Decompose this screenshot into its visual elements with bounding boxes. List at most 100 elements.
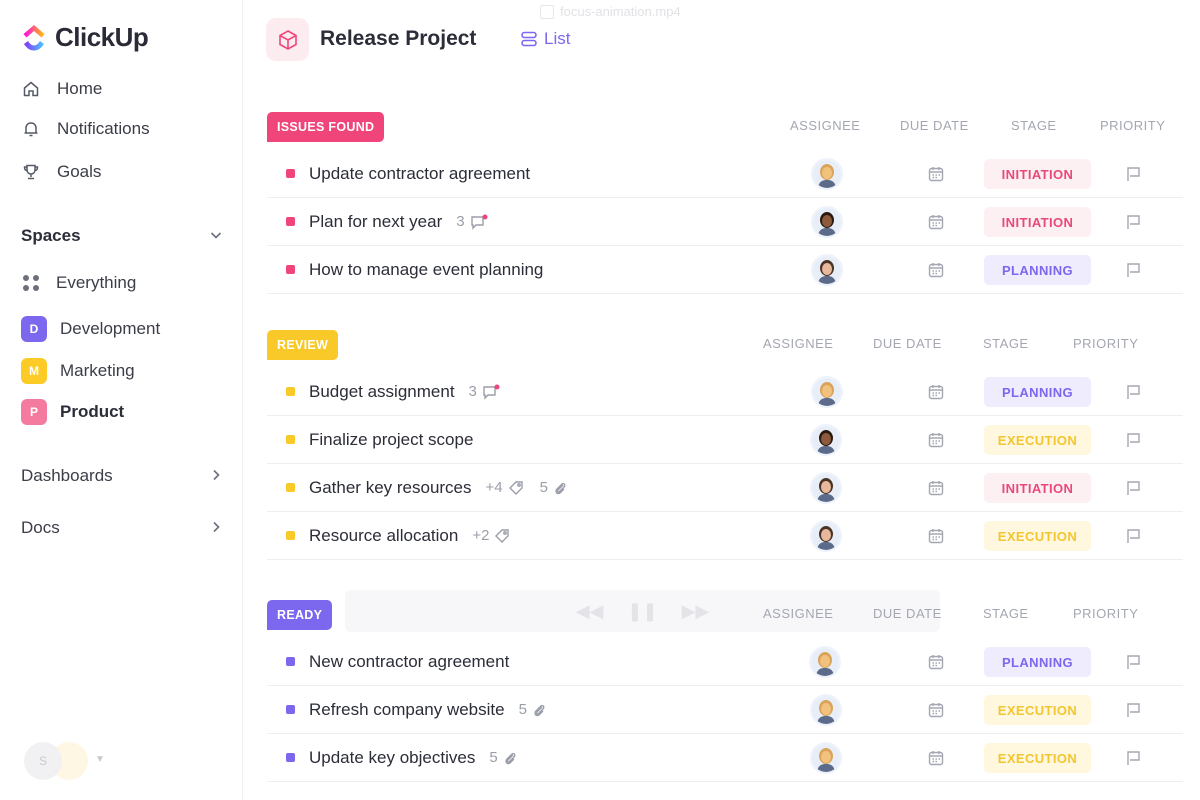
flag-icon[interactable] (1125, 479, 1143, 497)
spaces-header[interactable]: Spaces (21, 226, 223, 246)
group-status-badge[interactable]: REVIEW (267, 330, 339, 360)
calendar-icon[interactable] (927, 165, 945, 183)
status-dot[interactable] (286, 217, 295, 226)
task-name[interactable]: Gather key resources (309, 478, 472, 498)
comment-count[interactable]: 3 (456, 213, 488, 230)
status-dot[interactable] (286, 531, 295, 540)
flag-icon[interactable] (1125, 213, 1143, 231)
nav-notifications[interactable]: Notifications (21, 119, 150, 139)
stage-badge[interactable]: INITIATION (984, 207, 1091, 237)
dashboards-header[interactable]: Dashboards (21, 466, 223, 486)
assignee-avatar[interactable] (811, 158, 843, 190)
calendar-icon[interactable] (927, 261, 945, 279)
status-dot[interactable] (286, 753, 295, 762)
stage-badge[interactable]: EXECUTION (984, 425, 1091, 455)
tag-count[interactable]: +4 (486, 479, 524, 496)
stage-badge[interactable]: PLANNING (984, 377, 1091, 407)
stage-badge[interactable]: EXECUTION (984, 695, 1091, 725)
chevron-right-icon[interactable] (209, 468, 223, 485)
column-header-assignee[interactable]: ASSIGNEE (763, 336, 833, 351)
flag-icon[interactable] (1125, 527, 1143, 545)
task-name[interactable]: Update key objectives (309, 748, 475, 768)
task-row[interactable]: Gather key resources +4 5 INITIATION (267, 464, 1183, 512)
assignee-avatar[interactable] (810, 520, 842, 552)
task-row[interactable]: New contractor agreement PLANNING (267, 638, 1183, 686)
column-header-stage[interactable]: STAGE (983, 336, 1029, 351)
stage-badge[interactable]: INITIATION (984, 473, 1091, 503)
column-header-stage[interactable]: STAGE (1011, 118, 1057, 133)
column-header-priority[interactable]: PRIORITY (1100, 118, 1165, 133)
column-header-assignee[interactable]: ASSIGNEE (790, 118, 860, 133)
assignee-avatar[interactable] (810, 472, 842, 504)
calendar-icon[interactable] (927, 653, 945, 671)
chevron-down-icon[interactable] (209, 228, 223, 245)
attachment-count[interactable]: 5 (540, 479, 567, 496)
task-row[interactable]: Refresh company website 5 EXECUTION (267, 686, 1183, 734)
space-product[interactable]: P Product (21, 399, 124, 425)
space-marketing[interactable]: M Marketing (21, 358, 135, 384)
calendar-icon[interactable] (927, 213, 945, 231)
calendar-icon[interactable] (927, 527, 945, 545)
flag-icon[interactable] (1125, 653, 1143, 671)
stage-badge[interactable]: EXECUTION (984, 521, 1091, 551)
stage-badge[interactable]: PLANNING (984, 255, 1091, 285)
task-name[interactable]: How to manage event planning (309, 260, 543, 280)
task-name[interactable]: Budget assignment (309, 382, 455, 402)
task-name[interactable]: Refresh company website (309, 700, 505, 720)
task-name[interactable]: Finalize project scope (309, 430, 473, 450)
tab-list[interactable]: List (520, 29, 570, 49)
status-dot[interactable] (286, 435, 295, 444)
task-row[interactable]: Plan for next year 3 INITIATION (267, 198, 1183, 246)
column-header-stage[interactable]: STAGE (983, 606, 1029, 621)
status-dot[interactable] (286, 657, 295, 666)
column-header-due-date[interactable]: DUE DATE (873, 336, 942, 351)
chevron-right-icon[interactable] (209, 520, 223, 537)
assignee-avatar[interactable] (810, 742, 842, 774)
brand-logo[interactable]: ClickUp (21, 22, 149, 53)
calendar-icon[interactable] (927, 749, 945, 767)
attachment-count[interactable]: 5 (489, 749, 516, 766)
column-header-priority[interactable]: PRIORITY (1073, 336, 1138, 351)
task-name[interactable]: Resource allocation (309, 526, 458, 546)
calendar-icon[interactable] (927, 431, 945, 449)
status-dot[interactable] (286, 705, 295, 714)
column-header-due-date[interactable]: DUE DATE (873, 606, 942, 621)
comment-count[interactable]: 3 (469, 383, 500, 400)
status-dot[interactable] (286, 265, 295, 274)
nav-goals[interactable]: Goals (21, 162, 101, 182)
status-dot[interactable] (286, 169, 295, 178)
task-row[interactable]: How to manage event planning PLANNING (267, 246, 1183, 294)
calendar-icon[interactable] (927, 701, 945, 719)
stage-badge[interactable]: INITIATION (984, 159, 1091, 189)
flag-icon[interactable] (1125, 431, 1143, 449)
assignee-avatar[interactable] (810, 424, 842, 456)
assignee-avatar[interactable] (811, 206, 843, 238)
calendar-icon[interactable] (927, 479, 945, 497)
nav-home[interactable]: Home (21, 79, 102, 99)
space-everything[interactable]: Everything (21, 273, 136, 293)
assignee-avatar[interactable] (811, 376, 843, 408)
user-avatar[interactable]: S (24, 742, 62, 780)
group-status-badge[interactable]: ISSUES FOUND (267, 112, 385, 142)
assignee-avatar[interactable] (809, 646, 841, 678)
assignee-avatar[interactable] (810, 694, 842, 726)
flag-icon[interactable] (1125, 261, 1143, 279)
docs-header[interactable]: Docs (21, 518, 223, 538)
stage-badge[interactable]: PLANNING (984, 647, 1091, 677)
column-header-due-date[interactable]: DUE DATE (900, 118, 969, 133)
flag-icon[interactable] (1125, 165, 1143, 183)
task-row[interactable]: Resource allocation +2 EXECUTION (267, 512, 1183, 560)
task-row[interactable]: Update contractor agreement INITIATION (267, 150, 1183, 198)
stage-badge[interactable]: EXECUTION (984, 743, 1091, 773)
flag-icon[interactable] (1125, 701, 1143, 719)
column-header-assignee[interactable]: ASSIGNEE (763, 606, 833, 621)
caret-down-icon[interactable]: ▼ (95, 754, 105, 765)
calendar-icon[interactable] (927, 383, 945, 401)
space-development[interactable]: D Development (21, 316, 160, 342)
task-row[interactable]: Budget assignment 3 PLANNING (267, 368, 1183, 416)
attachment-count[interactable]: 5 (519, 701, 546, 718)
task-row[interactable]: Update key objectives 5 EXECUTION (267, 734, 1183, 782)
status-dot[interactable] (286, 387, 295, 396)
task-name[interactable]: New contractor agreement (309, 652, 509, 672)
group-status-badge[interactable]: READY (267, 600, 333, 630)
